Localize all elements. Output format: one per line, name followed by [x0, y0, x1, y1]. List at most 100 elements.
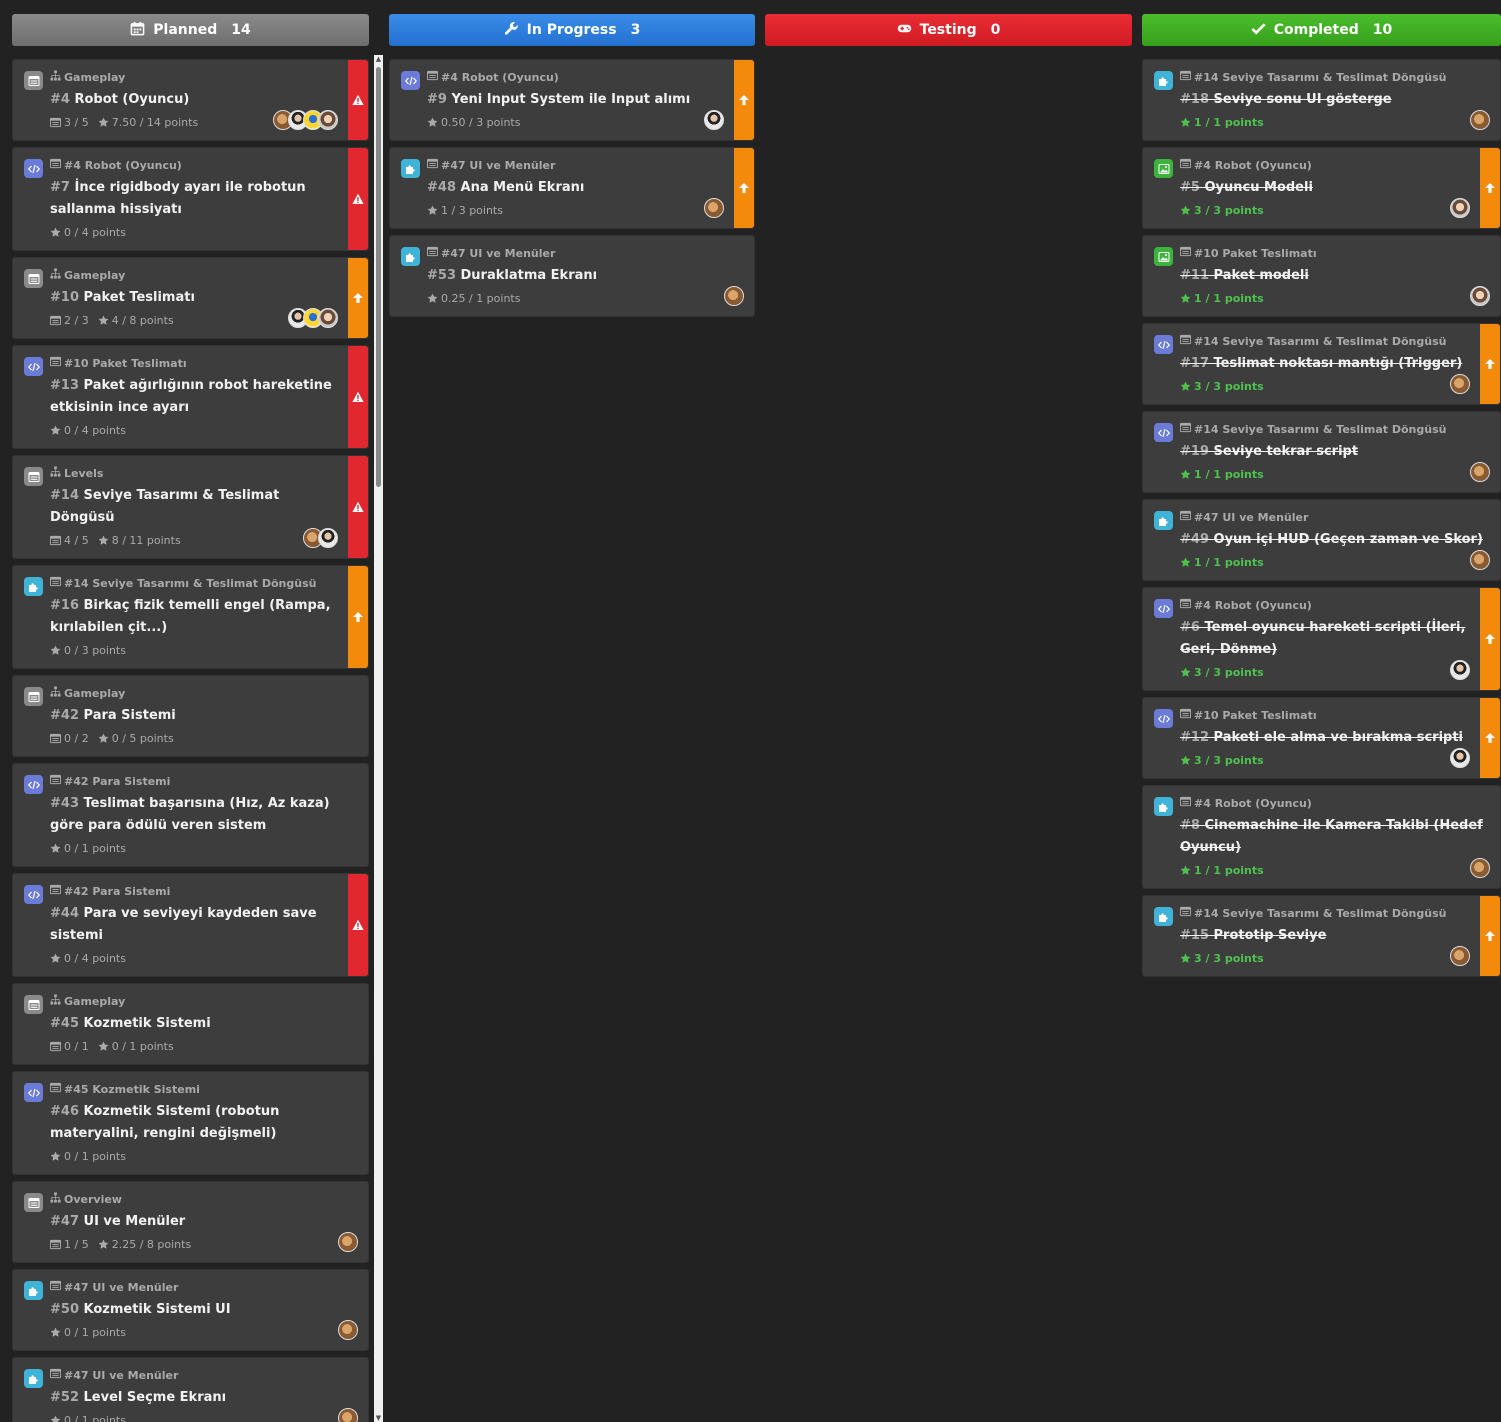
task-card[interactable]: Overview #47 UI ve Menüler 1 / 5 2.25 / 8 p… — [12, 1181, 369, 1263]
avatar[interactable] — [704, 110, 724, 130]
task-card[interactable]: #14 Seviye Tasarımı & Teslimat Döngüsü #1… — [1142, 411, 1501, 493]
avatar[interactable] — [724, 286, 744, 306]
card-title[interactable]: #53 Duraklatma Ekranı — [427, 265, 742, 287]
task-card[interactable]: #10 Paket Teslimatı #11 Paket modeli 1 / 1… — [1142, 235, 1501, 317]
parent-link[interactable]: #14 Seviye Tasarımı & Teslimat Döngüsü — [1180, 422, 1488, 436]
parent-link[interactable]: Gameplay — [50, 268, 334, 282]
card-title[interactable]: #9 Yeni Input System ile Input alımı — [427, 89, 720, 111]
column-header-in-progress[interactable]: In Progress 3 — [389, 14, 755, 46]
avatar[interactable] — [1470, 550, 1490, 570]
priority-high-flag[interactable] — [348, 60, 368, 140]
parent-link[interactable]: Levels — [50, 466, 334, 480]
avatar[interactable] — [318, 308, 338, 328]
parent-link[interactable]: #47 UI ve Menüler — [427, 158, 720, 172]
scrollbar-thumb[interactable] — [376, 67, 381, 487]
parent-link[interactable]: Overview — [50, 1192, 356, 1206]
task-card[interactable]: #14 Seviye Tasarımı & Teslimat Döngüsü #1… — [12, 565, 369, 669]
card-title[interactable]: #7 İnce rigidbody ayarı ile robotun sall… — [50, 177, 334, 221]
priority-medium-flag[interactable] — [1480, 698, 1500, 778]
task-card[interactable]: Levels #14 Seviye Tasarımı & Teslimat Dön… — [12, 455, 369, 559]
card-title[interactable]: #12 Paketi ele alma ve bırakma scripti — [1180, 727, 1466, 749]
task-card[interactable]: Gameplay #4 Robot (Oyuncu) 3 / 5 7.50 / 14 … — [12, 59, 369, 141]
task-card[interactable]: Gameplay #42 Para Sistemi 0 / 2 0 / 5 point… — [12, 675, 369, 757]
task-card[interactable]: #14 Seviye Tasarımı & Teslimat Döngüsü #1… — [1142, 59, 1501, 141]
card-title[interactable]: #4 Robot (Oyuncu) — [50, 89, 334, 111]
avatar[interactable] — [1470, 286, 1490, 306]
parent-link[interactable]: #10 Paket Teslimatı — [50, 356, 334, 370]
column-header-completed[interactable]: Completed 10 — [1142, 14, 1501, 46]
parent-link[interactable]: #14 Seviye Tasarımı & Teslimat Döngüsü — [1180, 906, 1466, 920]
avatar[interactable] — [1450, 374, 1470, 394]
parent-link[interactable]: #14 Seviye Tasarımı & Teslimat Döngüsü — [50, 576, 334, 590]
card-title[interactable]: #43 Teslimat başarısına (Hız, Az kaza) g… — [50, 793, 356, 837]
priority-medium-flag[interactable] — [348, 258, 368, 338]
card-title[interactable]: #11 Paket modeli — [1180, 265, 1488, 287]
avatar[interactable] — [1450, 660, 1470, 680]
card-title[interactable]: #15 Prototip Seviye — [1180, 925, 1466, 947]
card-title[interactable]: #10 Paket Teslimatı — [50, 287, 334, 309]
parent-link[interactable]: #10 Paket Teslimatı — [1180, 246, 1488, 260]
parent-link[interactable]: Gameplay — [50, 70, 334, 84]
task-card[interactable]: #4 Robot (Oyuncu) #8 Cinemachine ile Kame… — [1142, 785, 1501, 889]
task-card[interactable]: #47 UI ve Menüler #48 Ana Menü Ekranı 1 / … — [389, 147, 755, 229]
parent-link[interactable]: Gameplay — [50, 686, 356, 700]
priority-medium-flag[interactable] — [734, 60, 754, 140]
avatar[interactable] — [704, 198, 724, 218]
card-title[interactable]: #49 Oyun içi HUD (Geçen zaman ve Skor) — [1180, 529, 1488, 551]
card-title[interactable]: #18 Seviye sonu UI gösterge — [1180, 89, 1488, 111]
task-card[interactable]: Gameplay #10 Paket Teslimatı 2 / 3 4 / 8 po… — [12, 257, 369, 339]
parent-link[interactable]: #14 Seviye Tasarımı & Teslimat Döngüsü — [1180, 70, 1488, 84]
avatar[interactable] — [338, 1408, 358, 1422]
parent-link[interactable]: #45 Kozmetik Sistemi — [50, 1082, 356, 1096]
priority-medium-flag[interactable] — [1480, 324, 1500, 404]
planned-scrollbar[interactable]: ▲ ▼ — [374, 55, 383, 1422]
parent-link[interactable]: #47 UI ve Menüler — [1180, 510, 1488, 524]
card-title[interactable]: #47 UI ve Menüler — [50, 1211, 356, 1233]
avatar[interactable] — [1470, 462, 1490, 482]
card-title[interactable]: #8 Cinemachine ile Kamera Takibi (Hedef … — [1180, 815, 1488, 859]
card-title[interactable]: #19 Seviye tekrar script — [1180, 441, 1488, 463]
column-header-planned[interactable]: Planned 14 — [12, 14, 369, 46]
card-title[interactable]: #6 Temel oyuncu hareketi scripti (İleri,… — [1180, 617, 1466, 661]
parent-link[interactable]: #42 Para Sistemi — [50, 774, 356, 788]
parent-link[interactable]: #14 Seviye Tasarımı & Teslimat Döngüsü — [1180, 334, 1466, 348]
task-card[interactable]: #45 Kozmetik Sistemi #46 Kozmetik Sistemi… — [12, 1071, 369, 1175]
task-card[interactable]: #47 UI ve Menüler #50 Kozmetik Sistemi UI… — [12, 1269, 369, 1351]
avatar[interactable] — [338, 1320, 358, 1340]
parent-link[interactable]: #47 UI ve Menüler — [50, 1280, 356, 1294]
scroll-up-arrow-icon[interactable]: ▲ — [375, 56, 382, 63]
card-title[interactable]: #44 Para ve seviyeyi kaydeden save siste… — [50, 903, 334, 947]
avatar[interactable] — [318, 110, 338, 130]
card-title[interactable]: #46 Kozmetik Sistemi (robotun materyalin… — [50, 1101, 356, 1145]
task-card[interactable]: #42 Para Sistemi #44 Para ve seviyeyi kay… — [12, 873, 369, 977]
priority-medium-flag[interactable] — [1480, 148, 1500, 228]
task-card[interactable]: Gameplay #45 Kozmetik Sistemi 0 / 1 0 / 1 p… — [12, 983, 369, 1065]
scroll-down-arrow-icon[interactable]: ▼ — [375, 1415, 382, 1422]
card-title[interactable]: #50 Kozmetik Sistemi UI — [50, 1299, 356, 1321]
card-title[interactable]: #42 Para Sistemi — [50, 705, 356, 727]
parent-link[interactable]: #4 Robot (Oyuncu) — [1180, 598, 1466, 612]
task-card[interactable]: #4 Robot (Oyuncu) #9 Yeni Input System il… — [389, 59, 755, 141]
card-title[interactable]: #48 Ana Menü Ekranı — [427, 177, 720, 199]
task-card[interactable]: #10 Paket Teslimatı #12 Paketi ele alma v… — [1142, 697, 1501, 779]
parent-link[interactable]: #47 UI ve Menüler — [427, 246, 742, 260]
avatar[interactable] — [338, 1232, 358, 1252]
task-card[interactable]: #14 Seviye Tasarımı & Teslimat Döngüsü #1… — [1142, 323, 1501, 405]
card-title[interactable]: #13 Paket ağırlığının robot hareketine e… — [50, 375, 334, 419]
card-title[interactable]: #5 Oyuncu Modeli — [1180, 177, 1466, 199]
parent-link[interactable]: #4 Robot (Oyuncu) — [50, 158, 334, 172]
priority-high-flag[interactable] — [348, 456, 368, 558]
card-title[interactable]: #16 Birkaç fizik temelli engel (Rampa, k… — [50, 595, 334, 639]
parent-link[interactable]: #10 Paket Teslimatı — [1180, 708, 1466, 722]
avatar[interactable] — [1450, 946, 1470, 966]
parent-link[interactable]: #4 Robot (Oyuncu) — [1180, 796, 1488, 810]
task-card[interactable]: #4 Robot (Oyuncu) #6 Temel oyuncu hareket… — [1142, 587, 1501, 691]
priority-medium-flag[interactable] — [348, 566, 368, 668]
priority-high-flag[interactable] — [348, 148, 368, 250]
task-card[interactable]: #47 UI ve Menüler #52 Level Seçme Ekranı 0… — [12, 1357, 369, 1422]
task-card[interactable]: #4 Robot (Oyuncu) #7 İnce rigidbody ayarı… — [12, 147, 369, 251]
task-card[interactable]: #14 Seviye Tasarımı & Teslimat Döngüsü #1… — [1142, 895, 1501, 977]
parent-link[interactable]: #4 Robot (Oyuncu) — [427, 70, 720, 84]
task-card[interactable]: #4 Robot (Oyuncu) #5 Oyuncu Modeli 3 / 3 p… — [1142, 147, 1501, 229]
priority-high-flag[interactable] — [348, 346, 368, 448]
